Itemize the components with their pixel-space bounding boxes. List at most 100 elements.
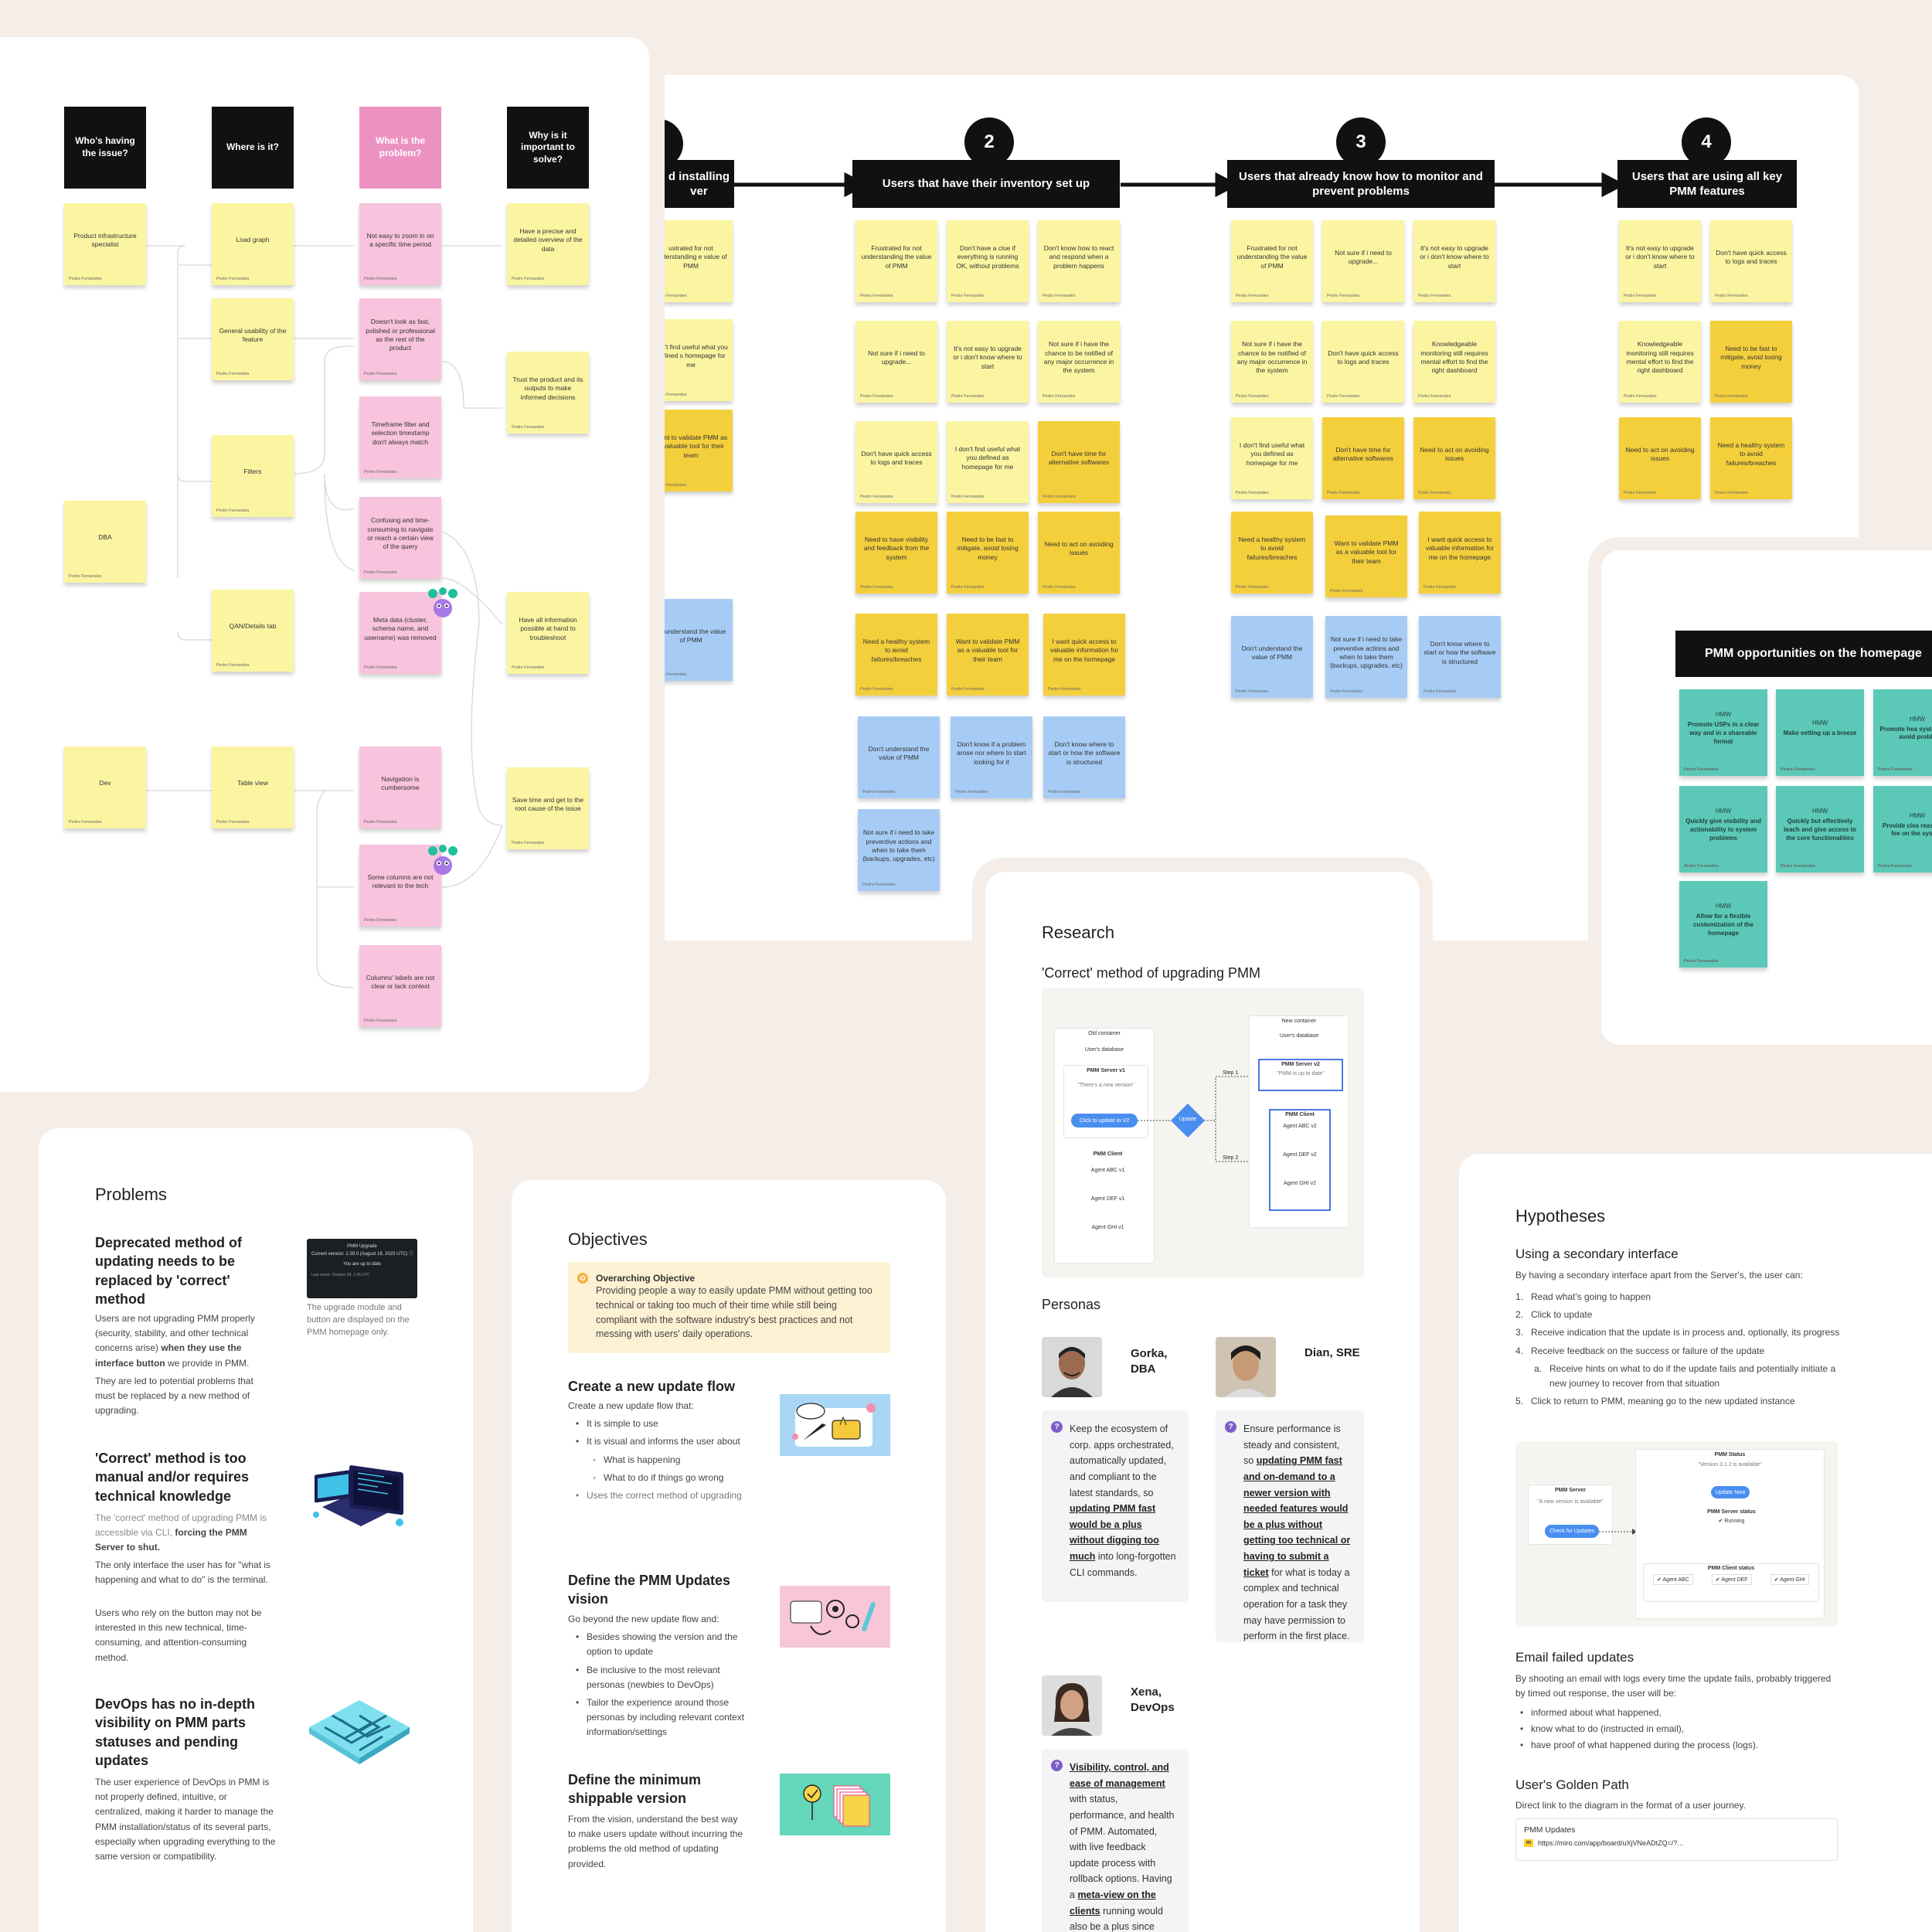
note-author: Pedro Fernandes: [1878, 863, 1913, 869]
note-text: Don't have a clue if everything is runni…: [956, 243, 1019, 270]
sticky-note[interactable]: Doesn't look as fast, polished or profes…: [359, 298, 441, 380]
sticky-note[interactable]: Need a healthy system to avoid failures/…: [1710, 417, 1792, 499]
sticky-note[interactable]: Load graph Pedro Fernandes: [212, 203, 294, 285]
link-url[interactable]: https://miro.com/app/board/uXjVNeADtZQ=/…: [1538, 1839, 1683, 1847]
sticky-note[interactable]: Don't understand the value of PMM Pedro F…: [1231, 616, 1313, 698]
sticky-note[interactable]: I don't find useful what you defined as …: [947, 421, 1029, 503]
sticky-note[interactable]: Not easy to zoom in on a specific time p…: [359, 203, 441, 285]
sticky-note[interactable]: Need a healthy system to avoid failures/…: [855, 614, 937, 696]
sticky-note[interactable]: Need to be fast to mitigate, avoid losin…: [1710, 321, 1792, 403]
note-author: Pedro Fernandes: [862, 882, 896, 887]
sticky-note[interactable]: Don't have quick access to logs and trac…: [855, 421, 937, 503]
update-now-button[interactable]: Update Now: [1711, 1486, 1750, 1498]
persona-text: with status, performance, and health of …: [1070, 1794, 1175, 1900]
sticky-note[interactable]: don't find useful what you defined s hom…: [665, 319, 733, 401]
step1-label: Step 1: [1223, 1070, 1239, 1076]
sticky-note[interactable]: Not sure if i need to take preventive ac…: [1325, 616, 1407, 698]
sticky-note[interactable]: Knowledgeable monitoring still requires …: [1619, 321, 1701, 403]
sticky-note[interactable]: Want to validate PMM as a valuable tool …: [947, 614, 1029, 696]
sticky-note[interactable]: I want quick access to valuable informat…: [1043, 614, 1125, 696]
persona-name: Dian, SRE: [1304, 1346, 1360, 1359]
sticky-note[interactable]: Don't know how to react and respond when…: [1038, 220, 1120, 302]
sticky-note[interactable]: Not sure if i need to upgrade... Pedro Fe…: [855, 321, 937, 403]
sticky-note[interactable]: HMW Provide clea reassuring fee on the sy…: [1873, 786, 1932, 872]
sticky-note[interactable]: Columns' labels are not clear or lack co…: [359, 945, 441, 1027]
note-text: Don't know where to start or how the sof…: [1048, 740, 1121, 766]
note-author: Pedro Fernandes: [1043, 584, 1076, 590]
sticky-note[interactable]: It's not easy to upgrade or i don't know…: [1413, 220, 1495, 302]
sticky-note[interactable]: Not sure if i need to take preventive ac…: [858, 809, 940, 891]
sticky-note[interactable]: Confusing and time-consuming to navigate…: [359, 497, 441, 579]
sticky-note[interactable]: Knowledgeable monitoring still requires …: [1413, 321, 1495, 403]
sticky-note[interactable]: Not sure if i need to upgrade... Pedro Fe…: [1322, 220, 1404, 302]
sticky-note[interactable]: Don't have quick access to logs and trac…: [1322, 321, 1404, 403]
note-author: Pedro Fernandes: [951, 393, 985, 399]
sticky-note[interactable]: Frustrated for not understanding the val…: [1231, 220, 1313, 302]
persona-gorka-avatar: [1042, 1337, 1102, 1397]
sticky-note[interactable]: HMW Make setting up a breeze Pedro Fernand…: [1776, 689, 1864, 776]
sticky-note[interactable]: Trust the product and its outputs to mak…: [507, 352, 589, 434]
sticky-note[interactable]: Need to have visibility and feedback fro…: [855, 512, 937, 594]
sticky-note[interactable]: Don't have time for alternative software…: [1038, 421, 1120, 503]
sticky-note[interactable]: Need to act on avoiding issues Pedro Fern…: [1619, 417, 1701, 499]
sticky-note[interactable]: Table view Pedro Fernandes: [212, 747, 294, 828]
sticky-note[interactable]: Want to validate PMM as a valuable tool …: [665, 410, 733, 492]
sticky-note[interactable]: It's not easy to upgrade or i don't know…: [1619, 220, 1701, 302]
hypothesis-step: 2. Click to update: [1515, 1309, 1593, 1321]
sticky-note[interactable]: It's not easy to upgrade or i don't know…: [947, 321, 1029, 403]
persona-text: for what is today a complex and technica…: [1243, 1566, 1350, 1642]
objective-bullet: Tailor the experience around those perso…: [576, 1696, 750, 1740]
sticky-note[interactable]: Have a precise and detailed overview of …: [507, 203, 589, 285]
note-author: Pedro Fernandes: [1327, 393, 1360, 399]
sticky-note[interactable]: Need a healthy system to avoid failures/…: [1231, 512, 1313, 594]
client-label: PMM Client: [1285, 1112, 1315, 1117]
sticky-note[interactable]: Need to act on avoiding issues Pedro Fern…: [1038, 512, 1120, 594]
sticky-note[interactable]: Don't know where to start or how the sof…: [1419, 616, 1501, 698]
sticky-note[interactable]: HMW Quickly give visibility and actionabi…: [1679, 786, 1767, 872]
sticky-note[interactable]: Don't know where to start or how the sof…: [1043, 716, 1125, 798]
sticky-note[interactable]: HMW Promote hea system habi avoid proble P…: [1873, 689, 1932, 776]
sticky-note[interactable]: I want quick access to valuable informat…: [1419, 512, 1501, 594]
note-hmw-label: HMW: [1910, 811, 1925, 819]
sticky-note[interactable]: Frustrated for not understanding the val…: [855, 220, 937, 302]
sticky-note[interactable]: Not sure if i have the chance to be noti…: [1038, 321, 1120, 403]
sticky-note[interactable]: QAN/Details tab Pedro Fernandes: [212, 590, 294, 672]
sticky-note[interactable]: Don't understand the value of PMM Pedro F…: [858, 716, 940, 798]
sticky-note[interactable]: I don't find useful what you defined as …: [1231, 417, 1313, 499]
sticky-note[interactable]: DBA Pedro Fernandes: [64, 501, 146, 583]
sticky-note[interactable]: Product infrastructure specialist Pedro F…: [64, 203, 146, 285]
sticky-note[interactable]: General usability of the feature Pedro Fe…: [212, 298, 294, 380]
note-text: Not easy to zoom in on a specific time p…: [366, 231, 434, 248]
note-author: Pedro Fernandes: [364, 665, 397, 670]
agent-label: Agent GHI v2: [1283, 1181, 1317, 1186]
sticky-note[interactable]: Filters Pedro Fernandes: [212, 435, 294, 517]
step-4-header: Users that are using all key PMM feature…: [1617, 160, 1797, 208]
sticky-note[interactable]: Don't have quick access to logs and trac…: [1710, 220, 1792, 302]
check-updates-button[interactable]: Check for Updates: [1545, 1525, 1599, 1538]
problems-panel: Problems Deprecated method of updating n…: [39, 1128, 473, 1932]
sticky-note[interactable]: Need to be fast to mitigate, avoid losin…: [947, 512, 1029, 594]
sticky-note[interactable]: Want to validate PMM as a valuable tool …: [1325, 515, 1407, 597]
column-header-who: Who's having the issue?: [64, 107, 146, 189]
affinity-map-panel: Who's having the issue? Where is it? Wha…: [0, 37, 649, 1092]
sticky-note[interactable]: Don't have a clue if everything is runni…: [947, 220, 1029, 302]
sticky-note[interactable]: HMW Quickly but effectively teach and giv…: [1776, 786, 1864, 872]
sticky-note[interactable]: Save time and get to the root cause of t…: [507, 767, 589, 849]
sticky-note[interactable]: Have all information possible at hand to…: [507, 592, 589, 674]
sticky-note[interactable]: Timeframe filter and selection timestamp…: [359, 396, 441, 478]
sticky-note[interactable]: n't understand the value of PMM Pedro Fer…: [665, 599, 733, 681]
sticky-note[interactable]: Dev Pedro Fernandes: [64, 747, 146, 828]
agent-status-chip: ✔ Agent GHI: [1770, 1574, 1809, 1585]
sticky-note[interactable]: Navigation is cumbersome Pedro Fernandes: [359, 747, 441, 828]
sticky-note[interactable]: HMW Promote USPs in a clear way and in a …: [1679, 689, 1767, 776]
sticky-note[interactable]: Don't know if a problem arose nor where …: [951, 716, 1032, 798]
hypothesis-step: 1. Read what's going to happen: [1515, 1291, 1651, 1302]
sticky-note[interactable]: Not sure if i have the chance to be noti…: [1231, 321, 1313, 403]
miro-link-card[interactable]: PMM Updates m https://miro.com/app/board…: [1515, 1818, 1838, 1861]
sticky-note[interactable]: Need to act on avoiding issues Pedro Fern…: [1413, 417, 1495, 499]
hypothesis-substep: a. Receive hints on what to do if the upd…: [1534, 1362, 1836, 1389]
sticky-note[interactable]: ustrated for not understanding e value o…: [665, 220, 733, 302]
sticky-note[interactable]: Don't have time for alternative software…: [1322, 417, 1404, 499]
agent-status-chip: ✔ Agent ABC: [1653, 1574, 1693, 1585]
sticky-note[interactable]: HMW Allow for a flexible customization of…: [1679, 881, 1767, 968]
